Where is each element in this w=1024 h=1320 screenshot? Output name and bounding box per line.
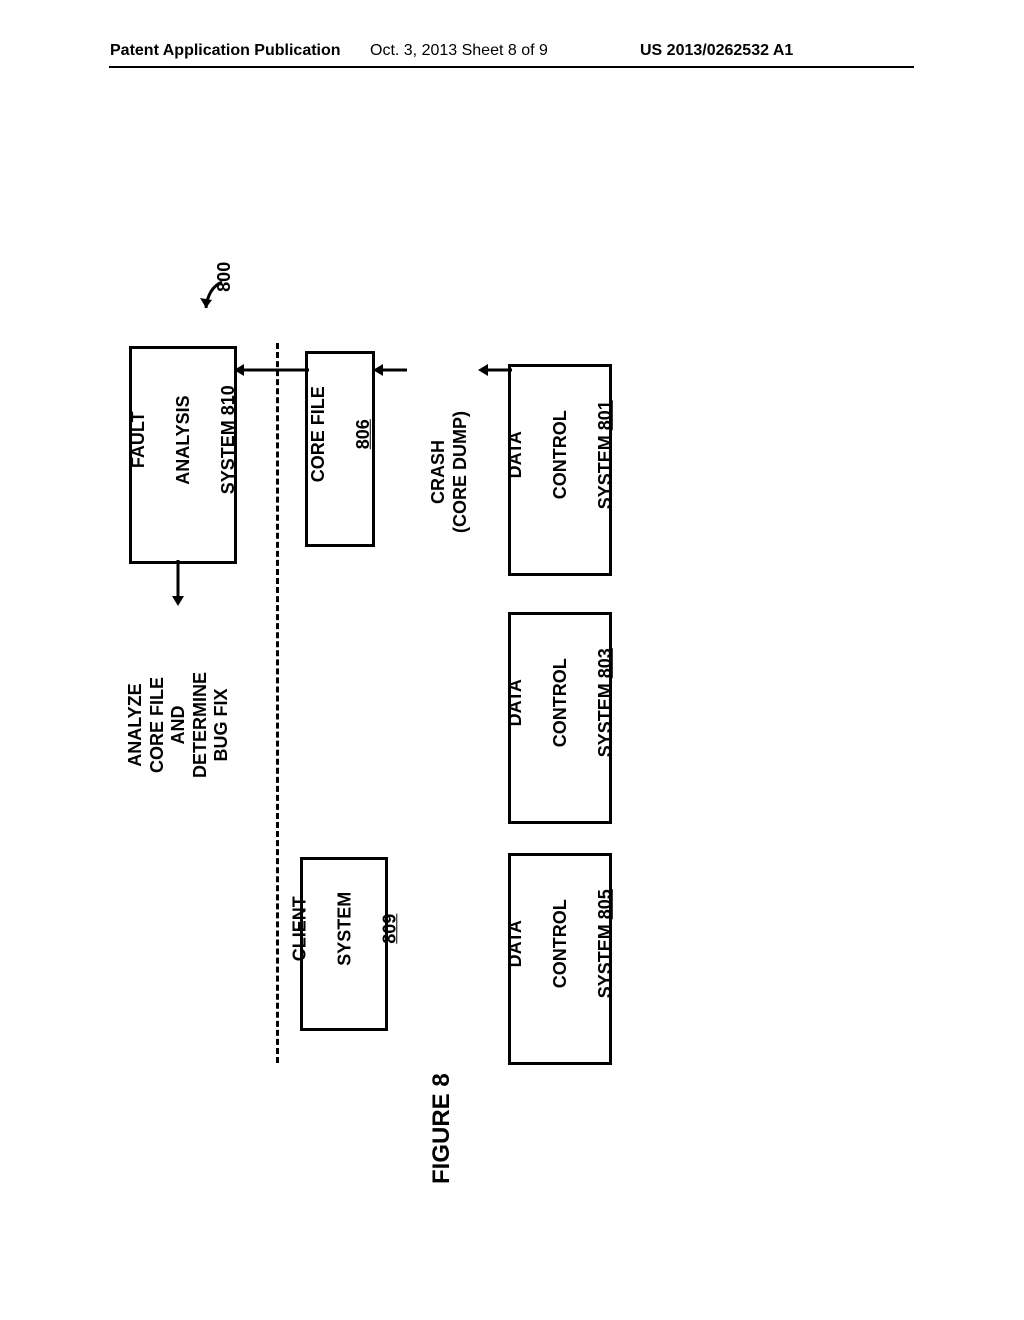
dcs3-line2: CONTROL xyxy=(550,658,570,747)
box-core-file-806: CORE FILE 806 xyxy=(305,351,375,547)
box-data-control-system-801: DATA CONTROL SYSTEM 801 xyxy=(508,364,612,576)
fault-num: 810 xyxy=(218,385,238,415)
dcs5-line3: SYSTEM xyxy=(595,920,615,999)
box-data-control-system-805: DATA CONTROL SYSTEM 805 xyxy=(508,853,612,1065)
label-crash: CRASH (CORE DUMP) xyxy=(428,392,472,552)
arrow-dcs-to-crash-icon xyxy=(478,364,512,376)
label-analyze: ANALYZE CORE FILE AND DETERMINE BUG FIX xyxy=(125,630,235,820)
dcs3-num: 803 xyxy=(595,648,615,678)
client-num: 809 xyxy=(379,914,399,944)
box-fault-analysis-810: FAULT ANALYSIS SYSTEM 810 xyxy=(129,346,237,564)
dcs1-line1: DATA xyxy=(505,431,525,478)
arrow-fault-to-analyze-icon xyxy=(172,560,184,606)
diagram-figure-8: 800 DATA CONTROL SYSTEM 801 DATA CONTROL… xyxy=(0,0,1024,1320)
fault-line3: SYSTEM xyxy=(218,416,238,495)
dcs5-line2: CONTROL xyxy=(550,899,570,988)
dcs3-line1: DATA xyxy=(505,679,525,726)
fault-line1: FAULT xyxy=(128,412,148,469)
client-line2: SYSTEM xyxy=(334,892,354,966)
dcs3-line3: SYSTEM xyxy=(595,679,615,758)
ref-arrow-icon xyxy=(200,280,240,320)
figure-caption: FIGURE 8 xyxy=(428,1044,456,1184)
arrow-corefile-to-fault-icon xyxy=(234,364,309,376)
box-client-system-809: CLIENT SYSTEM 809 xyxy=(300,857,388,1031)
dcs1-line3: SYSTEM xyxy=(595,431,615,510)
dcs5-num: 805 xyxy=(595,889,615,919)
fault-line2: ANALYSIS xyxy=(173,396,193,485)
corefile-num: 806 xyxy=(352,419,372,449)
dcs5-line1: DATA xyxy=(505,920,525,967)
box-data-control-system-803: DATA CONTROL SYSTEM 803 xyxy=(508,612,612,824)
arrow-crash-to-corefile-icon xyxy=(373,364,407,376)
client-line1: CLIENT xyxy=(289,897,309,962)
dcs1-line2: CONTROL xyxy=(550,410,570,499)
dcs1-num: 801 xyxy=(595,400,615,430)
dashed-divider xyxy=(276,343,279,1063)
corefile-line1: CORE FILE xyxy=(307,386,327,482)
